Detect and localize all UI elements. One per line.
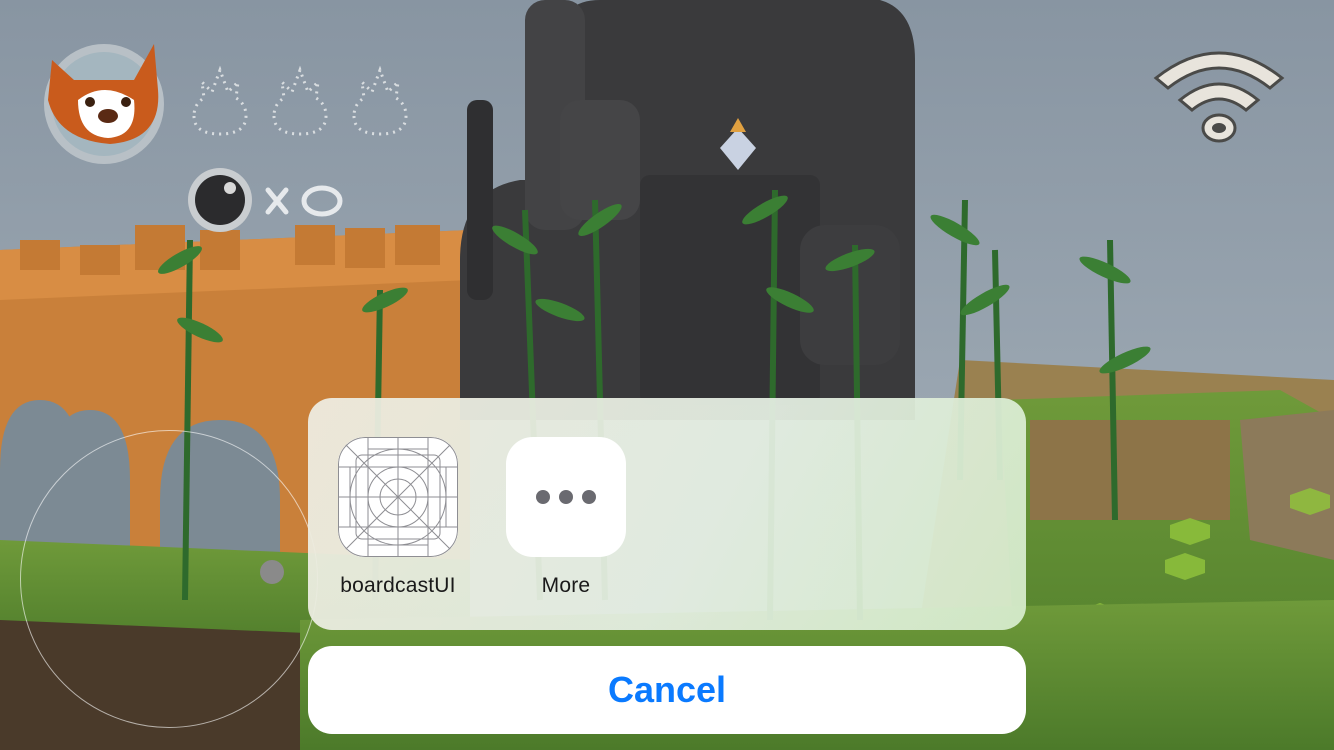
spark-outline-icon (272, 65, 328, 136)
share-more-button[interactable]: More (496, 437, 636, 598)
bomb-icon (188, 168, 343, 232)
spark-outline-icon (352, 65, 408, 136)
share-more-label: More (541, 574, 591, 597)
wifi-icon (1153, 51, 1285, 143)
share-app-label: boardcastUI (340, 574, 456, 597)
app-template-grid-icon (338, 437, 458, 557)
share-app-boardcastui[interactable]: boardcastUI (328, 437, 468, 598)
virtual-joystick[interactable] (20, 430, 318, 728)
more-ellipsis-icon (506, 437, 626, 557)
lives-spark-icons (192, 65, 408, 136)
red-panda-avatar-icon[interactable] (38, 40, 166, 164)
cancel-button[interactable]: Cancel (308, 646, 1026, 734)
spark-outline-icon (192, 65, 248, 136)
